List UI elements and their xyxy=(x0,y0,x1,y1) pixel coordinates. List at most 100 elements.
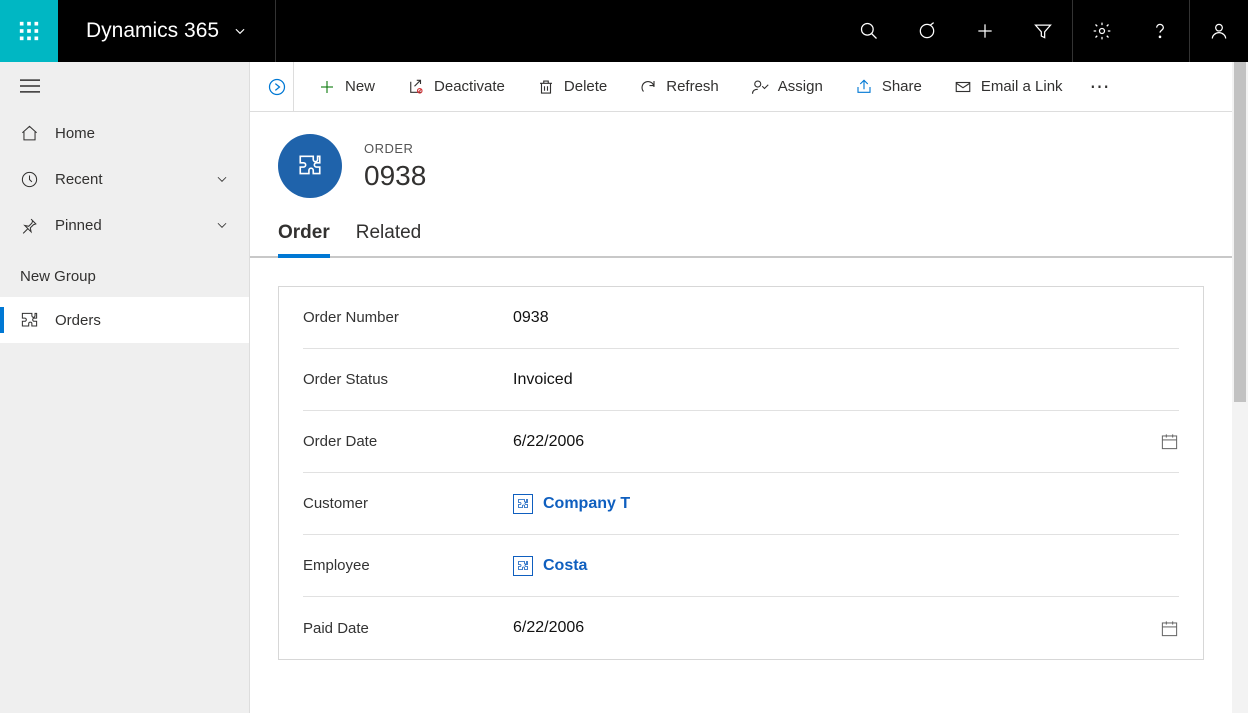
record-title-block: ORDER 0938 xyxy=(364,141,426,192)
question-icon xyxy=(1150,21,1170,41)
plus-icon xyxy=(975,21,995,41)
top-icons-group xyxy=(840,0,1248,62)
hamburger-icon xyxy=(20,79,40,93)
funnel-icon xyxy=(1033,21,1053,41)
settings-button[interactable] xyxy=(1073,0,1131,62)
pin-icon xyxy=(20,216,39,235)
field-order-number: Order Number 0938 xyxy=(303,287,1179,349)
left-sidebar: Home Recent Pinned New Group Orders xyxy=(0,62,250,713)
field-text: 0938 xyxy=(513,309,549,327)
cmd-label: Assign xyxy=(778,78,823,95)
nav-label: Recent xyxy=(55,171,103,188)
sidebar-item-recent[interactable]: Recent xyxy=(0,156,249,202)
home-icon xyxy=(20,124,39,143)
lookup-entity-icon xyxy=(513,556,533,576)
person-icon xyxy=(1209,21,1229,41)
waffle-icon xyxy=(18,20,40,42)
field-label: Customer xyxy=(303,495,513,512)
lookup-link[interactable]: Costa xyxy=(543,557,587,575)
field-customer: Customer Company T xyxy=(303,473,1179,535)
trash-icon xyxy=(537,78,555,96)
field-value[interactable]: Company T xyxy=(513,494,1179,514)
profile-button[interactable] xyxy=(1190,0,1248,62)
record-header: ORDER 0938 xyxy=(250,112,1232,206)
add-button[interactable] xyxy=(956,0,1014,62)
circle-chevron-icon xyxy=(267,77,287,97)
tab-related[interactable]: Related xyxy=(356,222,422,256)
go-back-button[interactable] xyxy=(260,62,294,112)
cmd-refresh[interactable]: Refresh xyxy=(625,62,733,112)
sidebar-toggle[interactable] xyxy=(0,62,249,110)
assign-icon xyxy=(751,78,769,96)
refresh-icon xyxy=(639,78,657,96)
date-picker-button[interactable] xyxy=(1149,619,1179,638)
field-paid-date: Paid Date 6/22/2006 xyxy=(303,597,1179,659)
field-value[interactable]: Costa xyxy=(513,556,1179,576)
cmd-deactivate[interactable]: Deactivate xyxy=(393,62,519,112)
nav-label: Pinned xyxy=(55,217,102,234)
field-value[interactable]: Invoiced xyxy=(513,371,1179,389)
puzzle-icon xyxy=(297,153,323,179)
command-bar: New Deactivate Delete Refresh Assign Sha… xyxy=(250,62,1232,112)
app-launcher-button[interactable] xyxy=(0,0,58,62)
record-tabs: Order Related xyxy=(250,206,1232,258)
field-label: Order Number xyxy=(303,309,513,326)
sidebar-item-home[interactable]: Home xyxy=(0,110,249,156)
search-button[interactable] xyxy=(840,0,898,62)
cmd-new[interactable]: New xyxy=(304,62,389,112)
field-label: Order Status xyxy=(303,371,513,388)
field-value[interactable]: 0938 xyxy=(513,309,1179,327)
puzzle-icon xyxy=(20,311,39,330)
calendar-icon xyxy=(1160,432,1179,451)
sidebar-group-label: New Group xyxy=(0,248,249,297)
field-order-status: Order Status Invoiced xyxy=(303,349,1179,411)
filter-button[interactable] xyxy=(1014,0,1072,62)
field-value[interactable]: 6/22/2006 xyxy=(513,433,1149,451)
vertical-scrollbar[interactable] xyxy=(1232,62,1248,713)
field-label: Employee xyxy=(303,557,513,574)
cmd-email-link[interactable]: Email a Link xyxy=(940,62,1077,112)
field-label: Order Date xyxy=(303,433,513,450)
sidebar-item-orders[interactable]: Orders xyxy=(0,297,249,343)
field-text: 6/22/2006 xyxy=(513,433,584,451)
cmd-overflow[interactable]: ⋯ xyxy=(1081,74,1121,99)
task-button[interactable] xyxy=(898,0,956,62)
lookup-entity-icon xyxy=(513,494,533,514)
record-title: 0938 xyxy=(364,160,426,192)
chevron-down-icon xyxy=(215,218,229,232)
help-button[interactable] xyxy=(1131,0,1189,62)
calendar-icon xyxy=(1160,619,1179,638)
nav-label: Orders xyxy=(55,312,101,329)
cmd-label: Share xyxy=(882,78,922,95)
cmd-delete[interactable]: Delete xyxy=(523,62,621,112)
cmd-share[interactable]: Share xyxy=(841,62,936,112)
deactivate-icon xyxy=(407,78,425,96)
record-entity-badge xyxy=(278,134,342,198)
nav-label: Home xyxy=(55,125,95,142)
main-content: New Deactivate Delete Refresh Assign Sha… xyxy=(250,62,1232,713)
form-card: Order Number 0938 Order Status Invoiced … xyxy=(278,286,1204,660)
field-order-date: Order Date 6/22/2006 xyxy=(303,411,1179,473)
gear-icon xyxy=(1092,21,1112,41)
email-icon xyxy=(954,78,972,96)
brand-dropdown[interactable]: Dynamics 365 xyxy=(58,0,276,62)
sidebar-item-pinned[interactable]: Pinned xyxy=(0,202,249,248)
clock-icon xyxy=(20,170,39,189)
field-value[interactable]: 6/22/2006 xyxy=(513,619,1149,637)
top-navbar: Dynamics 365 xyxy=(0,0,1248,62)
date-picker-button[interactable] xyxy=(1149,432,1179,451)
lookup-link[interactable]: Company T xyxy=(543,495,630,513)
plus-icon xyxy=(318,78,336,96)
scrollbar-thumb[interactable] xyxy=(1234,62,1246,402)
search-icon xyxy=(859,21,879,41)
cmd-label: Deactivate xyxy=(434,78,505,95)
cmd-label: Refresh xyxy=(666,78,719,95)
record-entity-label: ORDER xyxy=(364,141,426,156)
tab-order[interactable]: Order xyxy=(278,222,330,258)
task-icon xyxy=(917,21,937,41)
cmd-label: Delete xyxy=(564,78,607,95)
field-text: 6/22/2006 xyxy=(513,619,584,637)
cmd-assign[interactable]: Assign xyxy=(737,62,837,112)
field-text: Invoiced xyxy=(513,371,573,389)
chevron-down-icon xyxy=(215,172,229,186)
